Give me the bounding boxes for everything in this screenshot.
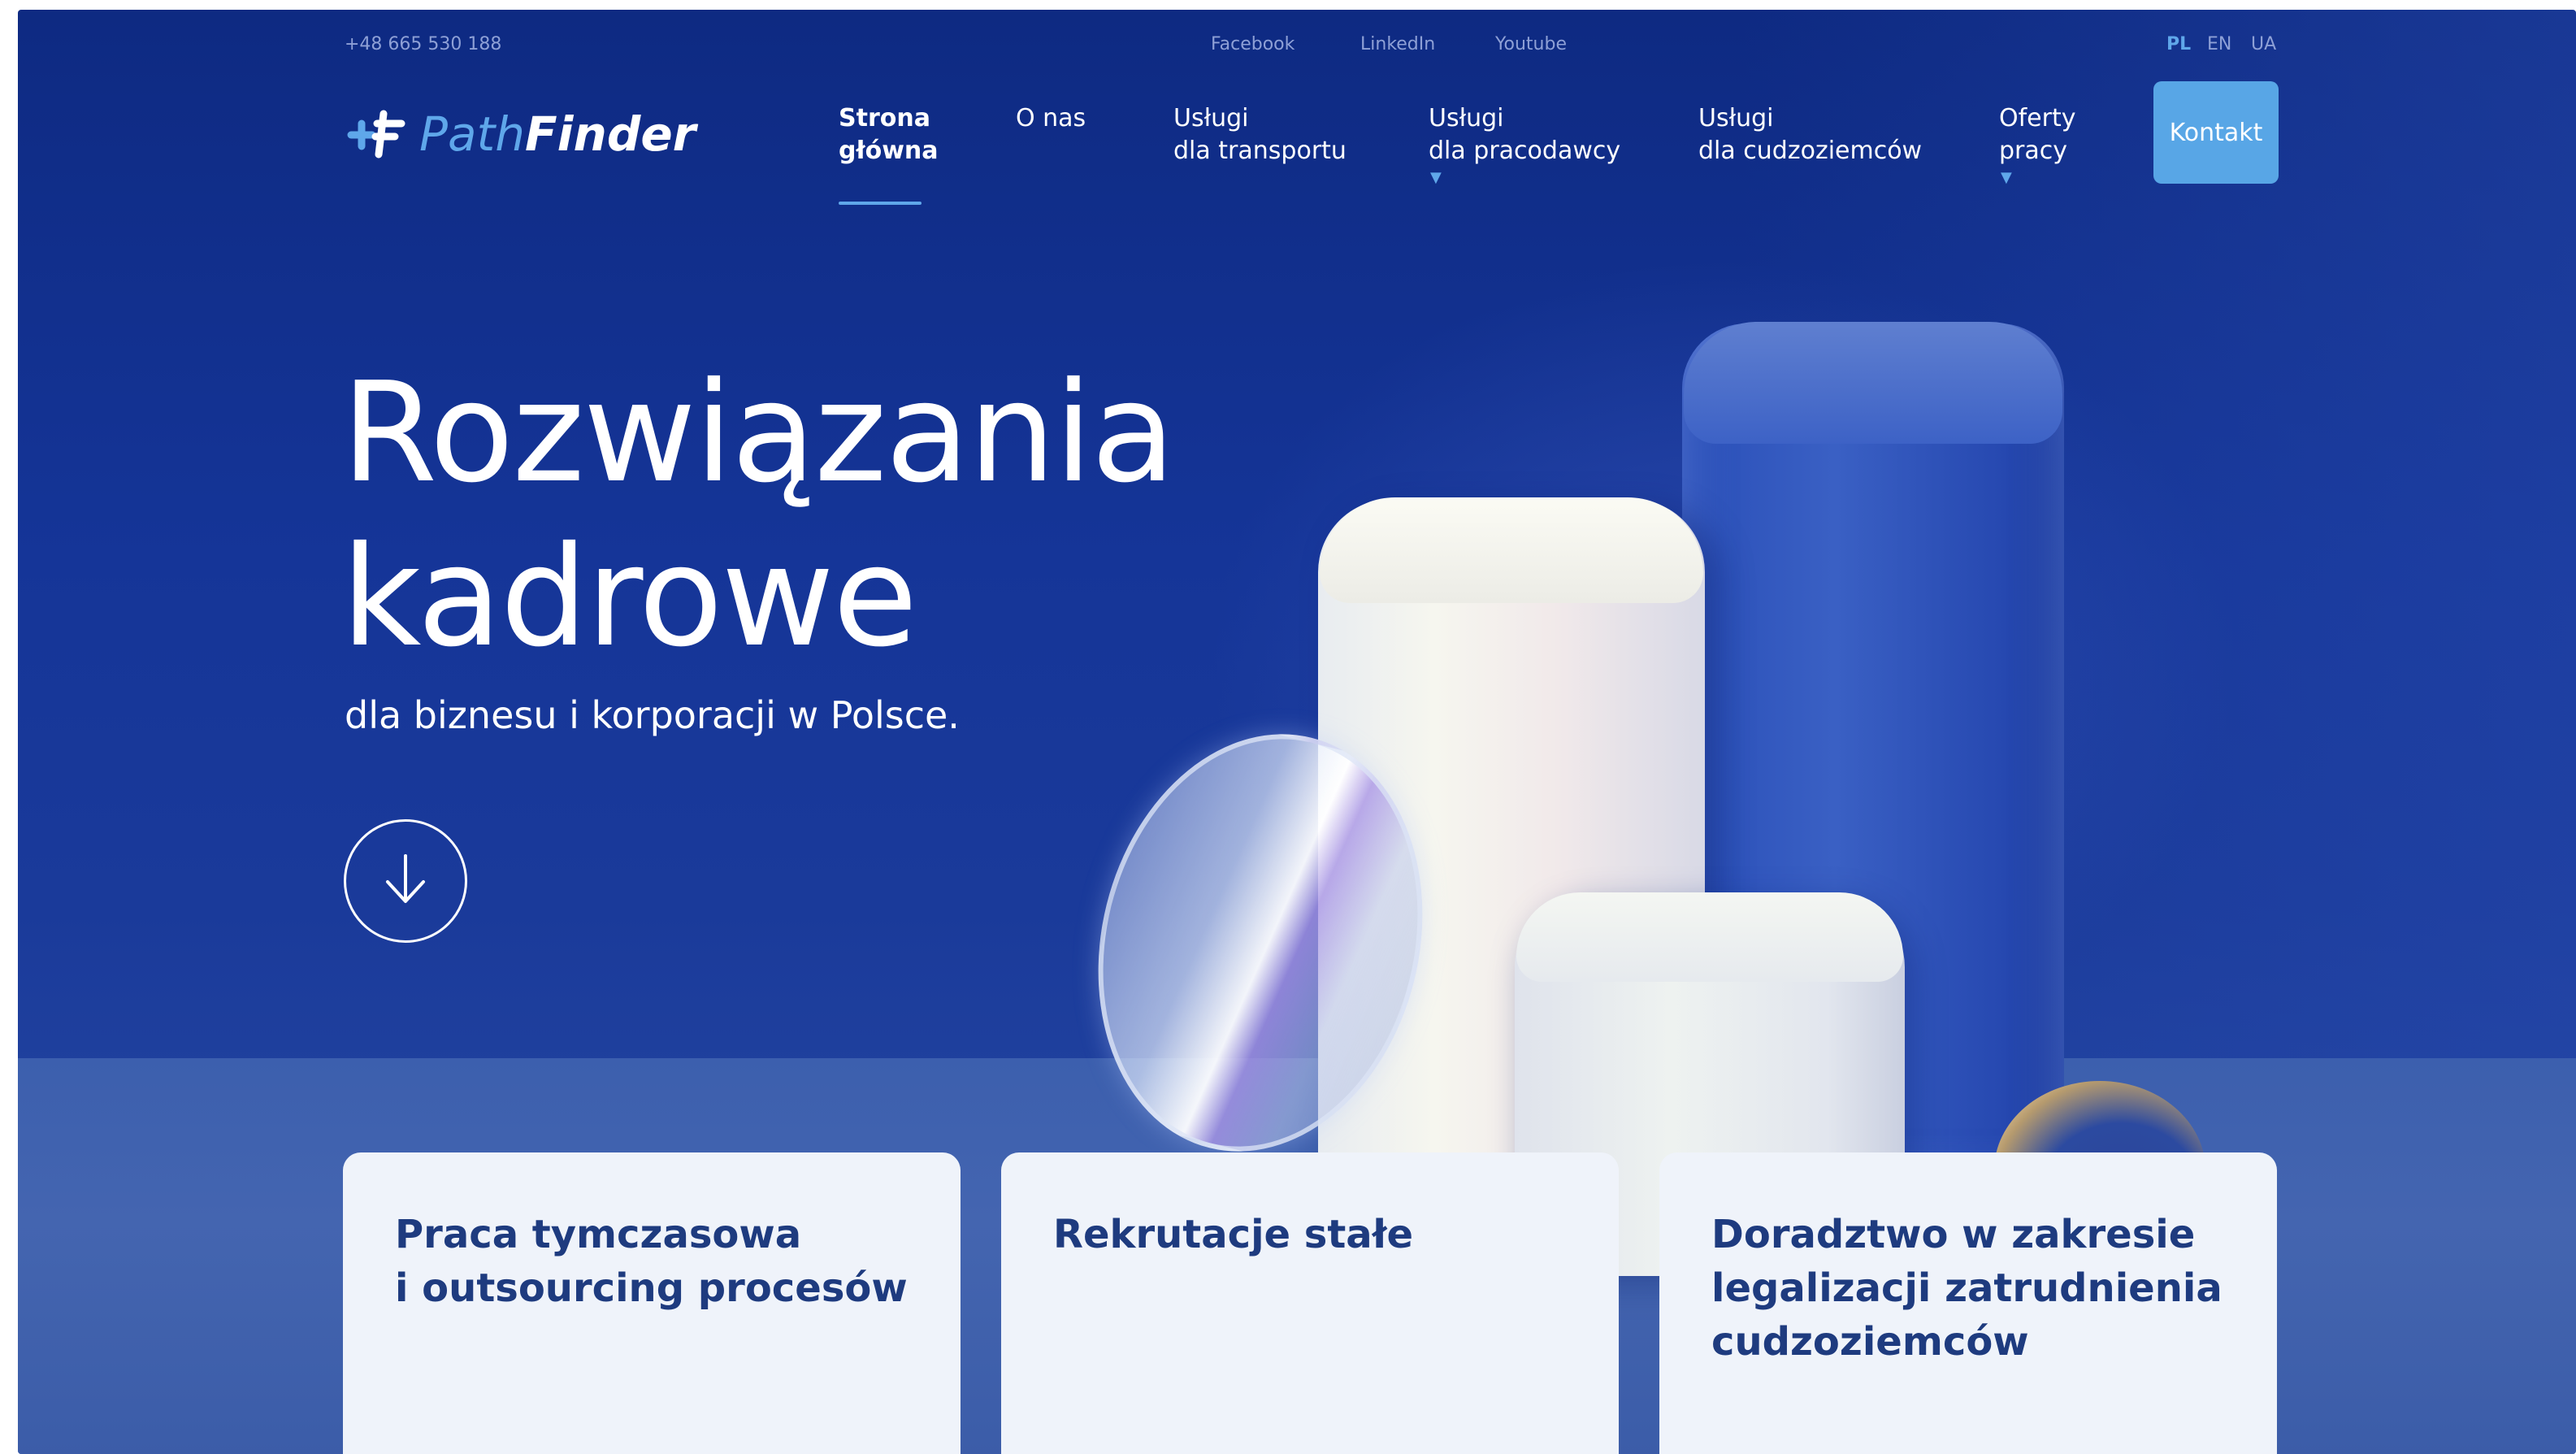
card-title: Praca tymczasowa i outsourcing procesów [395,1212,908,1311]
nav-active-indicator [839,202,922,205]
decor-white-pillar-tall-top [1320,497,1703,603]
card-title: Doradztwo w zakresie legalizacji zatrudn… [1711,1212,2223,1365]
decor-white-pillar-low-top [1516,892,1903,982]
arrow-down-icon [381,851,430,911]
page: +48 665 530 188 Facebook LinkedIn Youtub… [18,10,2576,1454]
card-legalization-advisory[interactable]: Doradztwo w zakresie legalizacji zatrudn… [1659,1152,2277,1454]
hero-title: Rozwiązania kadrowe [341,353,1176,678]
top-bar: +48 665 530 188 Facebook LinkedIn Youtub… [18,24,2576,57]
nav-home[interactable]: Strona główna [839,102,939,205]
nav-transport-services[interactable]: Usługi dla transportu [1173,102,1347,167]
caret-down-icon: ▼ [2001,169,2012,186]
nav-foreigner-services[interactable]: Usługi dla cudzoziemców [1698,102,1922,167]
nav-employer-services[interactable]: Usługi dla pracodawcy ▼ [1429,102,1620,185]
nav-about[interactable]: O nas [1016,102,1086,135]
lang-ua[interactable]: UA [2251,34,2276,54]
nav-job-offers[interactable]: Oferty pracy ▼ [1999,102,2075,185]
linkedin-link[interactable]: LinkedIn [1360,34,1435,54]
logo-text: PathFinder [419,106,696,162]
lang-en[interactable]: EN [2207,34,2231,54]
youtube-link[interactable]: Youtube [1495,34,1567,54]
phone-link[interactable]: +48 665 530 188 [345,34,501,54]
decor-blue-pillar-top [1684,322,2062,444]
lang-pl[interactable]: PL [2166,34,2191,54]
card-temporary-work[interactable]: Praca tymczasowa i outsourcing procesów [343,1152,961,1454]
logo[interactable]: PathFinder [343,107,696,161]
facebook-link[interactable]: Facebook [1211,34,1295,54]
hero-subtitle: dla biznesu i korporacji w Polsce. [345,693,960,737]
card-title: Rekrutacje stałe [1053,1212,1414,1257]
scroll-down-button[interactable] [344,819,467,943]
card-permanent-recruitment[interactable]: Rekrutacje stałe [1001,1152,1619,1454]
caret-down-icon: ▼ [1430,169,1442,186]
pathfinder-logo-icon [343,107,408,161]
contact-button[interactable]: Kontakt [2153,81,2279,184]
